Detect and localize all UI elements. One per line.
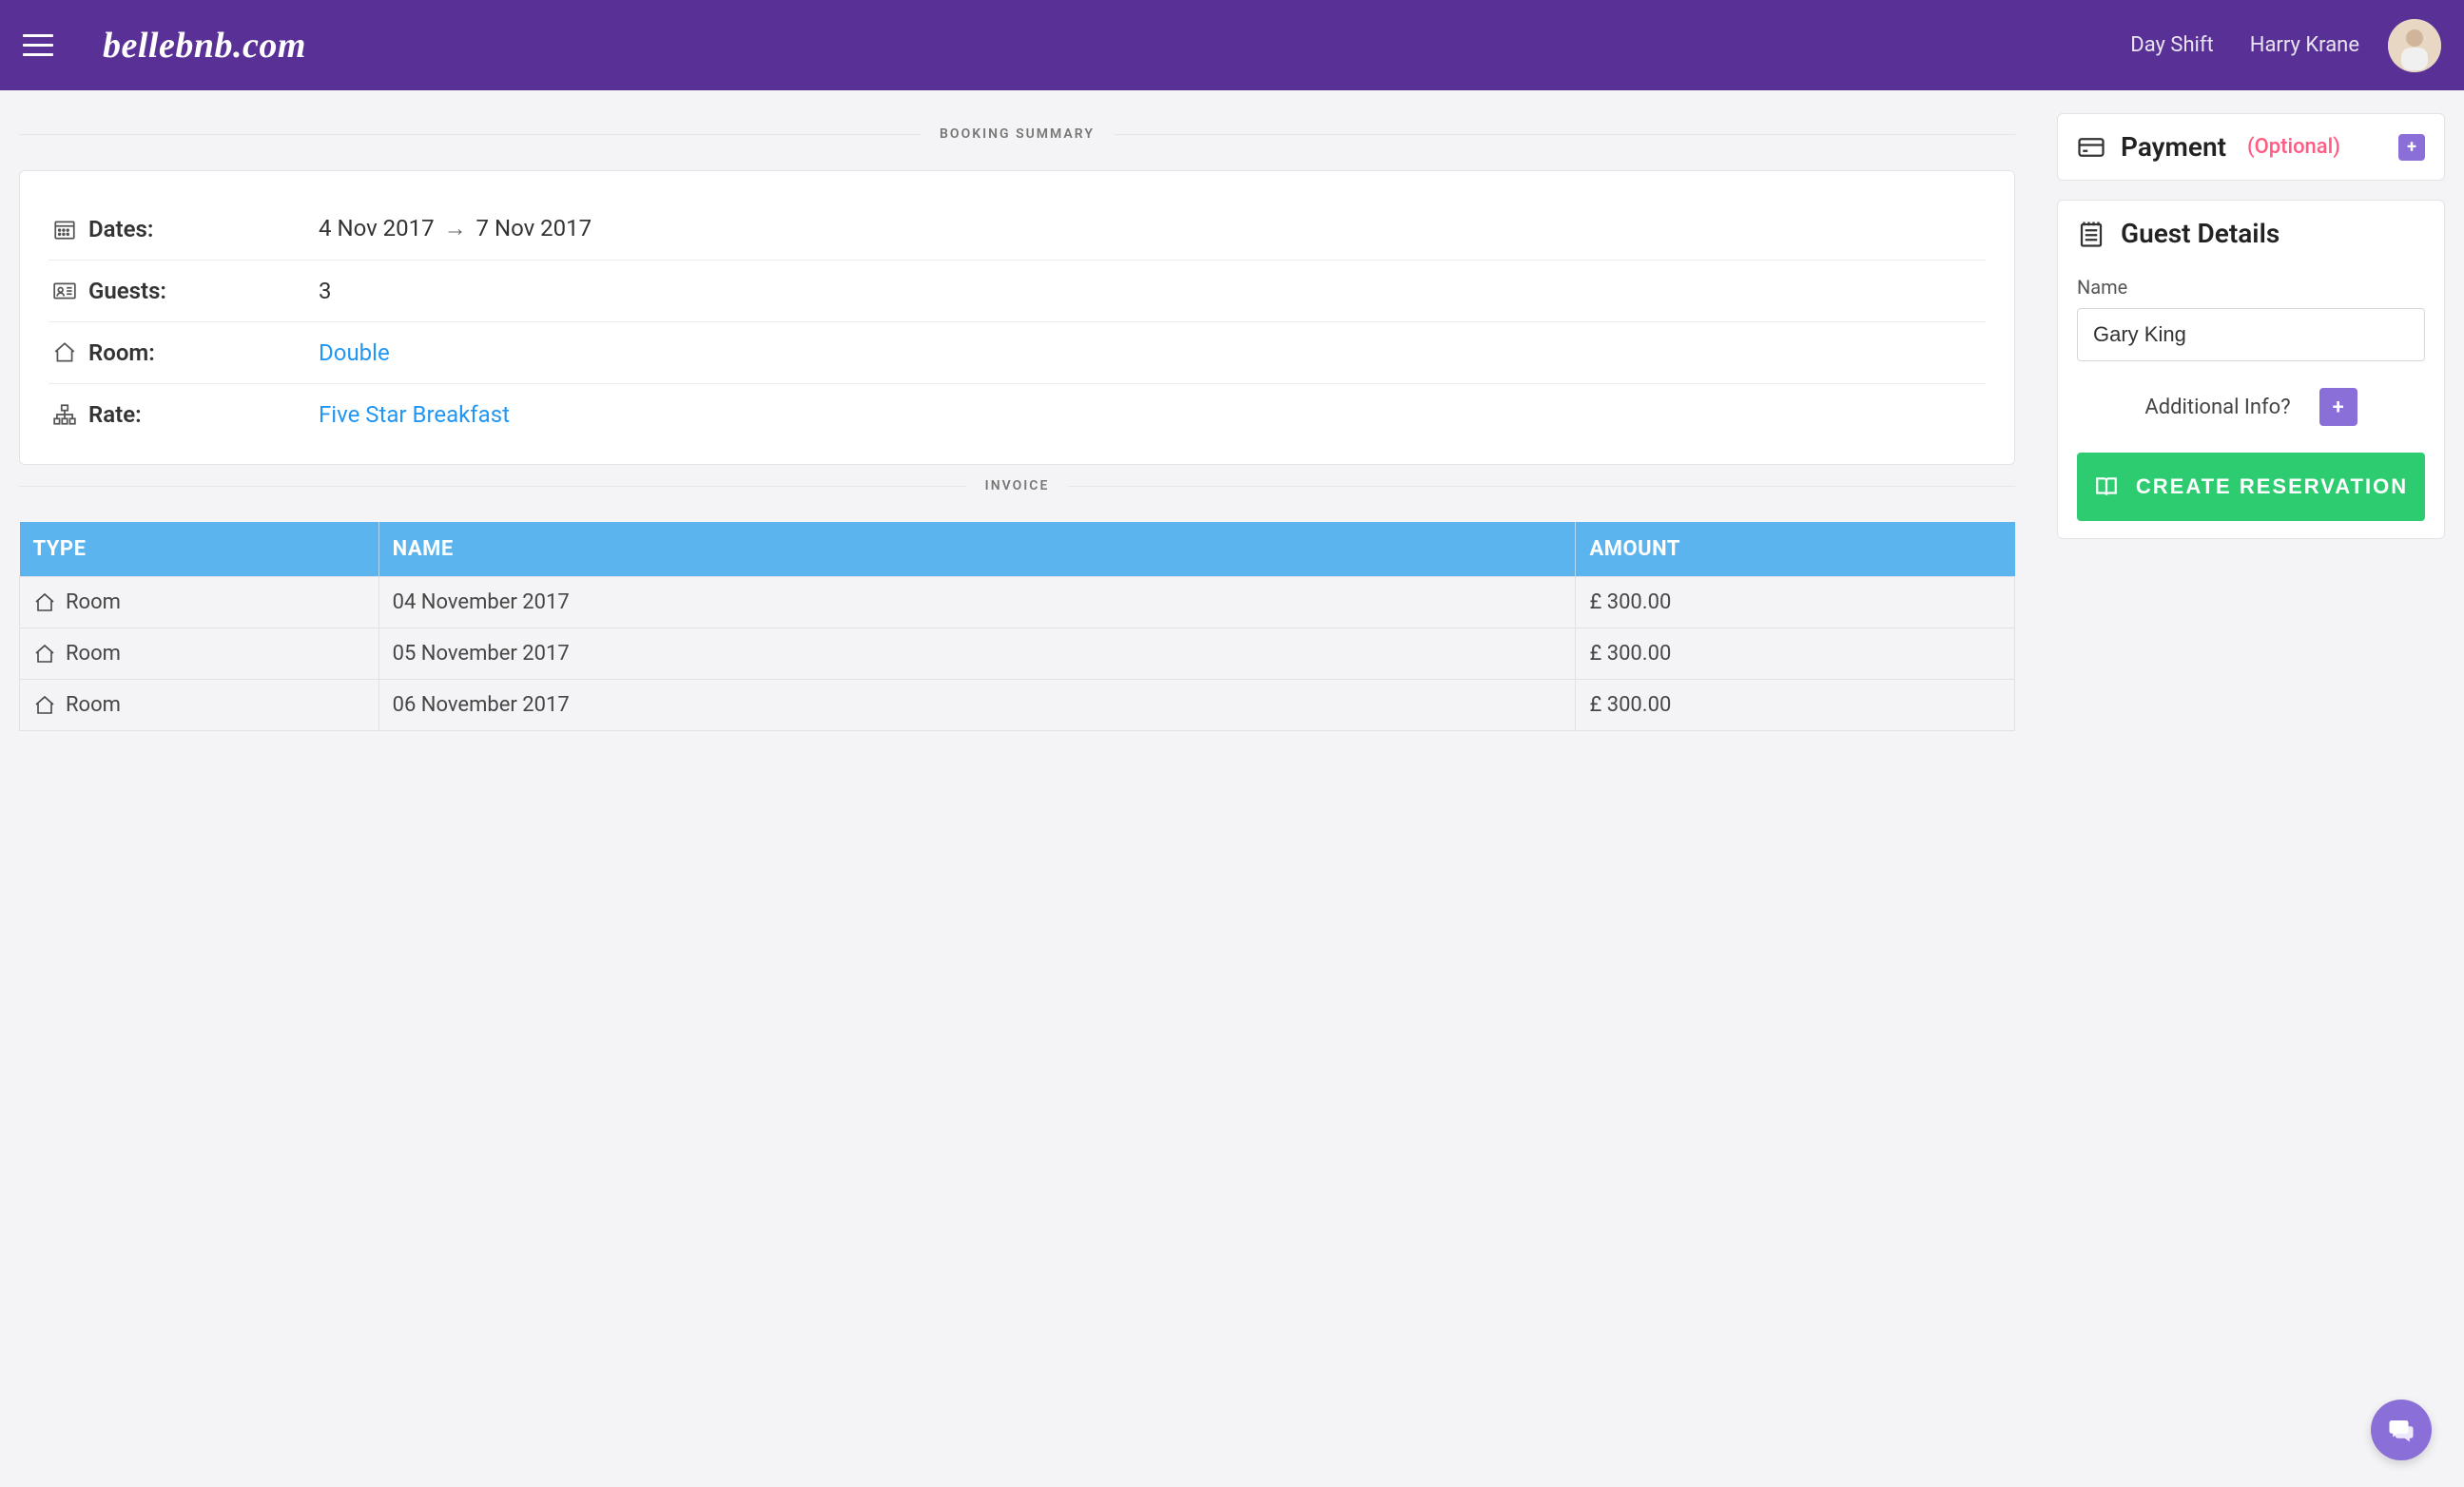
top-header: bellebnb.com Day Shift Harry Krane [0, 0, 2464, 90]
rate-label: Rate: [81, 401, 319, 428]
create-reservation-button[interactable]: CREATE RESERVATION [2077, 453, 2425, 521]
col-type: TYPE [20, 522, 379, 577]
col-name: NAME [378, 522, 1576, 577]
menu-icon[interactable] [23, 34, 53, 56]
table-row: Room05 November 2017£ 300.00 [20, 628, 2015, 680]
rate-value[interactable]: Five Star Breakfast [319, 401, 1986, 428]
dates-value: 4 Nov 2017 → 7 Nov 2017 [319, 215, 1986, 242]
section-title-booking: BOOKING SUMMARY [921, 126, 1114, 142]
section-divider-booking: BOOKING SUMMARY [19, 126, 2015, 142]
guest-details-panel: Guest Details Name Additional Info? + CR… [2057, 200, 2445, 539]
house-icon [33, 591, 56, 614]
cell-amount: £ 300.00 [1576, 628, 2015, 680]
additional-info-label: Additional Info? [2144, 396, 2290, 419]
cell-amount: £ 300.00 [1576, 577, 2015, 628]
room-row: Room: Double [49, 322, 1986, 384]
house-icon [33, 643, 56, 666]
book-open-icon [2094, 474, 2119, 499]
dates-label: Dates: [81, 216, 319, 242]
guest-title: Guest Details [2121, 218, 2280, 249]
logo-text[interactable]: bellebnb.com [103, 25, 306, 67]
calendar-icon [49, 217, 81, 241]
avatar[interactable] [2388, 19, 2441, 72]
payment-subtitle: (Optional) [2247, 135, 2340, 159]
invoice-table: TYPE NAME AMOUNT Room04 November 2017£ 3… [19, 522, 2015, 731]
shift-toggle[interactable]: Day Shift [2119, 33, 2213, 57]
guests-label: Guests: [81, 278, 319, 304]
cell-type: Room [20, 628, 379, 680]
room-value[interactable]: Double [319, 339, 1986, 366]
name-label: Name [2077, 276, 2425, 299]
sitemap-icon [49, 402, 81, 427]
guests-row: Guests: 3 [49, 261, 1986, 322]
section-divider-invoice: INVOICE [19, 478, 2015, 493]
cell-type: Room [20, 577, 379, 628]
guests-value: 3 [319, 278, 1986, 304]
arrow-right-icon: → [440, 215, 471, 241]
date-to: 7 Nov 2017 [476, 215, 592, 241]
cell-name: 05 November 2017 [378, 628, 1576, 680]
booking-summary-card: Dates: 4 Nov 2017 → 7 Nov 2017 Guests: 3… [19, 170, 2015, 465]
guest-name-input[interactable] [2077, 308, 2425, 361]
payment-panel: Payment (Optional) + [2057, 113, 2445, 181]
house-icon [33, 694, 56, 717]
add-additional-info-button[interactable]: + [2319, 388, 2357, 426]
payment-title: Payment [2121, 131, 2226, 163]
chat-fab[interactable] [2371, 1400, 2432, 1460]
chat-icon [2387, 1416, 2415, 1444]
dates-row: Dates: 4 Nov 2017 → 7 Nov 2017 [49, 198, 1986, 261]
rate-row: Rate: Five Star Breakfast [49, 384, 1986, 445]
cell-type: Room [20, 680, 379, 731]
id-card-icon [49, 279, 81, 303]
table-row: Room04 November 2017£ 300.00 [20, 577, 2015, 628]
user-menu[interactable]: Harry Krane [2250, 33, 2359, 57]
shift-label: Day Shift [2130, 33, 2213, 57]
date-from: 4 Nov 2017 [319, 215, 435, 241]
username: Harry Krane [2250, 33, 2359, 57]
room-label: Room: [81, 339, 319, 366]
table-row: Room06 November 2017£ 300.00 [20, 680, 2015, 731]
add-payment-button[interactable]: + [2398, 134, 2425, 161]
col-amount: AMOUNT [1576, 522, 2015, 577]
section-title-invoice: INVOICE [966, 478, 1069, 493]
create-reservation-label: CREATE RESERVATION [2136, 474, 2408, 499]
cell-amount: £ 300.00 [1576, 680, 2015, 731]
house-icon [49, 340, 81, 365]
cell-name: 06 November 2017 [378, 680, 1576, 731]
credit-card-icon [2077, 133, 2105, 162]
notepad-icon [2077, 220, 2105, 248]
cell-name: 04 November 2017 [378, 577, 1576, 628]
